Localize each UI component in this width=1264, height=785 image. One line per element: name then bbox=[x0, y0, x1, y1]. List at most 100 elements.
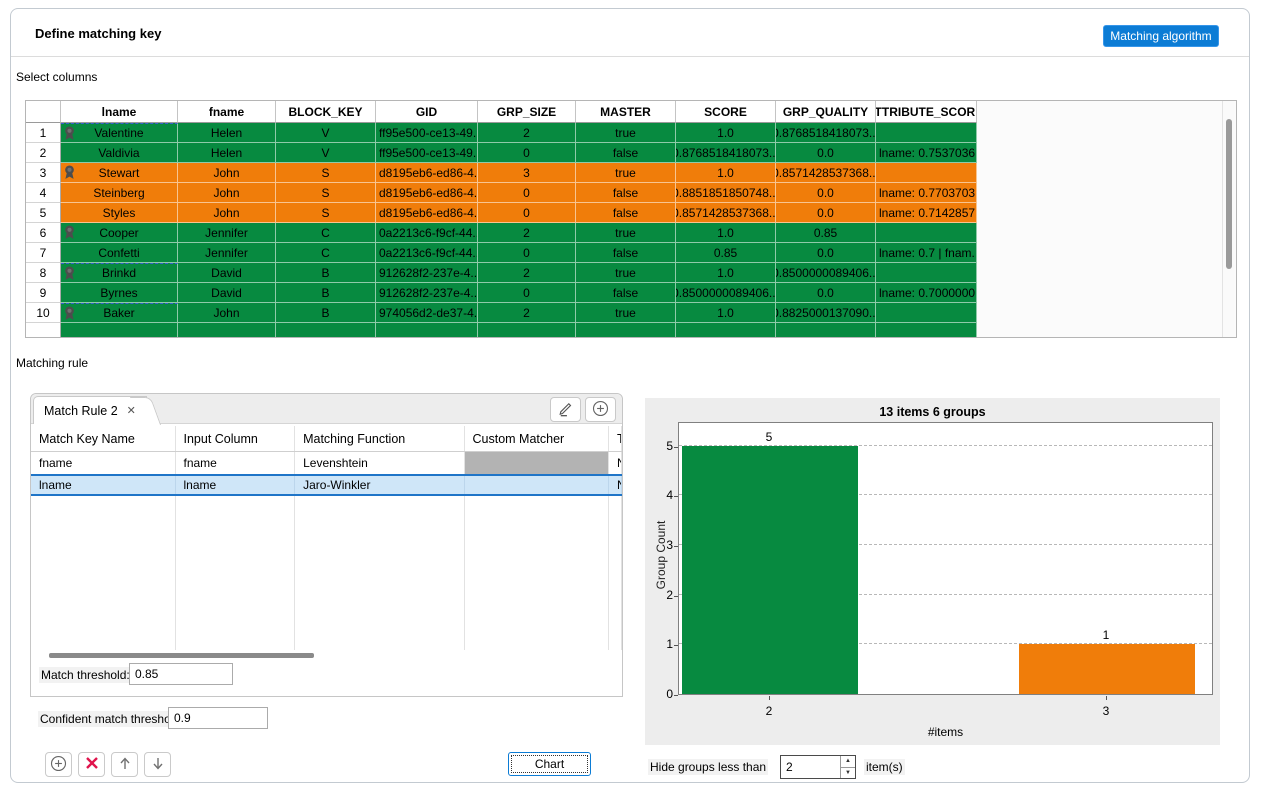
cell-lname[interactable]: Cooper bbox=[61, 223, 178, 243]
empty-rule-row[interactable] bbox=[31, 518, 622, 540]
cell-grp_quality[interactable]: 0.0 bbox=[776, 283, 876, 303]
chart-button[interactable]: Chart bbox=[508, 752, 591, 776]
cell-master[interactable]: true bbox=[576, 263, 676, 283]
cell-attribute_score[interactable] bbox=[876, 263, 977, 283]
table-row[interactable]: 3StewartJohnSd8195eb6-ed86-4...3true1.00… bbox=[26, 163, 1236, 183]
cell-score[interactable]: 0.8571428537368... bbox=[676, 203, 776, 223]
match-key-row[interactable]: fnamefnameLevenshteinN bbox=[31, 452, 622, 474]
add-match-key-button[interactable] bbox=[45, 752, 72, 777]
cell-attribute_score[interactable]: lname: 0.7703703... bbox=[876, 183, 977, 203]
rule-cell-custom_matcher[interactable] bbox=[465, 476, 610, 494]
rule-cell-t[interactable]: N bbox=[609, 452, 622, 474]
rule-cell-matching_function[interactable]: Jaro-Winkler bbox=[295, 476, 464, 494]
rule-cell-input_column[interactable]: fname bbox=[176, 452, 296, 474]
cell-fname[interactable]: John bbox=[178, 203, 276, 223]
cell-grp_quality[interactable]: 0.0 bbox=[776, 183, 876, 203]
tab-match-rule-2[interactable]: Match Rule 2 ✕ bbox=[33, 396, 147, 424]
spinner-buttons[interactable]: ▲ ▼ bbox=[840, 756, 855, 778]
cell-block_key[interactable]: C bbox=[276, 223, 376, 243]
cell-block_key[interactable]: B bbox=[276, 283, 376, 303]
cell-gid[interactable]: d8195eb6-ed86-4... bbox=[376, 203, 478, 223]
cell-score[interactable]: 0.8500000089406... bbox=[676, 283, 776, 303]
match-threshold-input[interactable] bbox=[129, 663, 233, 685]
close-tab-icon[interactable]: ✕ bbox=[127, 404, 136, 417]
table-row[interactable]: 9ByrnesDavidB912628f2-237e-4...0false0.8… bbox=[26, 283, 1236, 303]
cell-fname[interactable]: Helen bbox=[178, 123, 276, 143]
cell-fname[interactable]: David bbox=[178, 263, 276, 283]
cell-gid[interactable]: ff95e500-ce13-49... bbox=[376, 143, 478, 163]
cell-fname[interactable]: Jennifer bbox=[178, 243, 276, 263]
cell-grp_size[interactable]: 2 bbox=[478, 223, 576, 243]
cell-block_key[interactable] bbox=[276, 323, 376, 338]
cell-master[interactable]: true bbox=[576, 163, 676, 183]
cell-fname[interactable]: John bbox=[178, 183, 276, 203]
cell-gid[interactable]: 974056d2-de37-4... bbox=[376, 303, 478, 323]
empty-rule-row[interactable] bbox=[31, 584, 622, 606]
cell-grp_quality[interactable]: 0.8500000089406... bbox=[776, 263, 876, 283]
column-header-SCORE[interactable]: SCORE bbox=[676, 101, 776, 123]
cell-lname[interactable]: Styles bbox=[61, 203, 178, 223]
cell-score[interactable]: 1.0 bbox=[676, 163, 776, 183]
cell-gid[interactable]: 0a2213c6-f9cf-44... bbox=[376, 223, 478, 243]
cell-lname[interactable]: Byrnes bbox=[61, 283, 178, 303]
cell-attribute_score[interactable] bbox=[876, 163, 977, 183]
delete-match-key-button[interactable] bbox=[78, 752, 105, 777]
cell-grp_quality[interactable]: 0.0 bbox=[776, 243, 876, 263]
table-row[interactable]: 7ConfettiJenniferC0a2213c6-f9cf-44...0fa… bbox=[26, 243, 1236, 263]
horizontal-scrollbar-thumb[interactable] bbox=[49, 653, 314, 658]
column-header-row-number[interactable] bbox=[26, 101, 61, 123]
cell-attribute_score[interactable]: lname: 0.7 | fnam... bbox=[876, 243, 977, 263]
confident-match-threshold-input[interactable] bbox=[168, 707, 268, 729]
cell-attribute_score[interactable] bbox=[876, 123, 977, 143]
cell-block_key[interactable]: B bbox=[276, 303, 376, 323]
spinner-down-icon[interactable]: ▼ bbox=[841, 768, 855, 779]
vertical-scrollbar-thumb[interactable] bbox=[1226, 119, 1232, 269]
cell-score[interactable] bbox=[676, 323, 776, 338]
cell-block_key[interactable]: S bbox=[276, 183, 376, 203]
cell-grp_size[interactable]: 2 bbox=[478, 263, 576, 283]
cell-score[interactable]: 0.8768518418073... bbox=[676, 143, 776, 163]
cell-score[interactable]: 0.85 bbox=[676, 243, 776, 263]
cell-gid[interactable] bbox=[376, 323, 478, 338]
cell-master[interactable]: true bbox=[576, 303, 676, 323]
cell-grp_quality[interactable] bbox=[776, 323, 876, 338]
cell-master[interactable]: false bbox=[576, 283, 676, 303]
rule-cell-custom_matcher[interactable] bbox=[465, 452, 610, 474]
move-down-button[interactable] bbox=[144, 752, 171, 777]
column-header-GRP_SIZE[interactable]: GRP_SIZE bbox=[478, 101, 576, 123]
empty-rule-row[interactable] bbox=[31, 606, 622, 628]
empty-rule-row[interactable] bbox=[31, 562, 622, 584]
cell-gid[interactable]: ff95e500-ce13-49... bbox=[376, 123, 478, 143]
cell-block_key[interactable]: V bbox=[276, 143, 376, 163]
cell-gid[interactable]: 912628f2-237e-4... bbox=[376, 263, 478, 283]
cell-fname[interactable]: Helen bbox=[178, 143, 276, 163]
column-header-ATTRIBUTE_SCOR...[interactable]: ATTRIBUTE_SCOR... bbox=[876, 101, 977, 123]
column-header-lname[interactable]: lname bbox=[61, 101, 178, 123]
cell-grp_quality[interactable]: 0.8768518418073... bbox=[776, 123, 876, 143]
cell-master[interactable]: false bbox=[576, 203, 676, 223]
cell-attribute_score[interactable]: lname: 0.7142857... bbox=[876, 203, 977, 223]
move-up-button[interactable] bbox=[111, 752, 138, 777]
columns-table-header[interactable]: lnamefnameBLOCK_KEYGIDGRP_SIZEMASTERSCOR… bbox=[26, 101, 1236, 123]
cell-grp_quality[interactable]: 0.0 bbox=[776, 143, 876, 163]
cell-gid[interactable]: d8195eb6-ed86-4... bbox=[376, 163, 478, 183]
rule-cell-match_key_name[interactable]: fname bbox=[31, 452, 176, 474]
cell-attribute_score[interactable]: lname: 0.7000000... bbox=[876, 283, 977, 303]
column-header-GID[interactable]: GID bbox=[376, 101, 478, 123]
cell-grp_size[interactable]: 0 bbox=[478, 183, 576, 203]
column-header-GRP_QUALITY[interactable]: GRP_QUALITY bbox=[776, 101, 876, 123]
cell-grp_quality[interactable]: 0.8571428537368... bbox=[776, 163, 876, 183]
cell-grp_size[interactable]: 2 bbox=[478, 303, 576, 323]
table-row[interactable]: 2ValdiviaHelenVff95e500-ce13-49...0false… bbox=[26, 143, 1236, 163]
columns-table[interactable]: lnamefnameBLOCK_KEYGIDGRP_SIZEMASTERSCOR… bbox=[25, 100, 1237, 338]
cell-score[interactable]: 1.0 bbox=[676, 123, 776, 143]
cell-lname[interactable]: Brinkd bbox=[61, 263, 178, 283]
cell-fname[interactable]: David bbox=[178, 283, 276, 303]
cell-block_key[interactable]: B bbox=[276, 263, 376, 283]
cell-grp_size[interactable]: 2 bbox=[478, 123, 576, 143]
cell-fname[interactable]: John bbox=[178, 163, 276, 183]
cell-lname[interactable]: Stewart bbox=[61, 163, 178, 183]
cell-grp_size[interactable]: 0 bbox=[478, 283, 576, 303]
empty-rule-row[interactable] bbox=[31, 540, 622, 562]
cell-master[interactable]: false bbox=[576, 183, 676, 203]
